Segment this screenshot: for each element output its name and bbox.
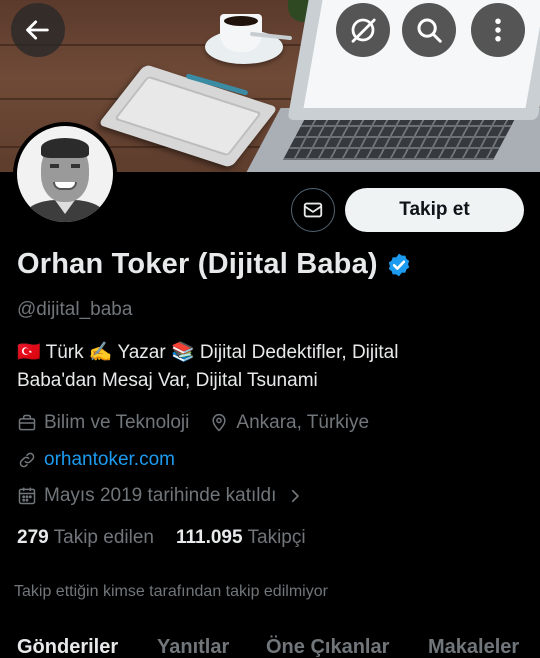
location-label: Ankara, Türkiye [236,412,370,433]
profile-name-row: Orhan Toker (Dijital Baba) [17,248,412,281]
arrow-left-icon [26,20,49,40]
followers-count: 111.095 [175,527,243,548]
profile-website[interactable]: orhantoker.com [17,449,175,471]
search-icon [417,18,442,43]
bio-line: 🇹🇷 Türk ✍️ Yazar 📚 Dijital Dedektifler, … [17,342,399,363]
tab-articles[interactable]: Makaleler [428,636,519,658]
profile-meta: Bilim ve Teknoloji Ankara, Türkiye [17,412,389,434]
profile-bio: 🇹🇷 Türk ✍️ Yazar 📚 Dijital Dedektifler, … [17,339,527,395]
message-button[interactable] [291,188,335,232]
more-vertical-icon [495,18,501,42]
link-icon [19,452,35,468]
drawing-tablet-decoration [97,64,279,168]
calendar-icon [18,487,36,505]
hide-button[interactable] [336,3,390,57]
briefcase-icon [18,414,36,431]
profile-name: Orhan Toker (Dijital Baba) [17,248,378,280]
hide-icon [351,18,376,43]
search-button[interactable] [402,3,456,57]
mail-icon [303,202,323,218]
tab-replies[interactable]: Yanıtlar [157,636,229,658]
category-label: Bilim ve Teknoloji [44,412,190,433]
verified-badge-icon[interactable] [386,252,412,278]
follow-button[interactable]: Takip et [345,188,524,232]
followers-label: Takipçi [247,527,306,548]
joined-label: Mayıs 2019 tarihinde katıldı [44,485,277,506]
following-label: Takip edilen [53,527,154,548]
website-link[interactable]: orhantoker.com [44,449,175,471]
avatar[interactable] [13,122,117,226]
follow-stats: 279 Takip edilen 111.095 Takipçi [17,527,328,549]
chevron-right-icon [292,489,300,503]
profile-joined[interactable]: Mayıs 2019 tarihinde katıldı [17,485,304,507]
bio-line: Baba'dan Mesaj Var, Dijital Tsunami [17,370,318,391]
profile-handle: @dijital_baba [17,299,133,320]
back-button[interactable] [11,3,65,57]
not-followed-notice: Takip ettiğin kimse tarafından takip edi… [14,583,328,600]
location-pin-icon [212,413,226,432]
tab-posts[interactable]: Gönderiler [17,636,118,658]
followers-stat[interactable]: 111.095 Takipçi [176,527,306,549]
more-options-button[interactable] [471,3,525,57]
profile-category: Bilim ve Teknoloji [17,412,189,434]
profile-tabs: Gönderiler Yanıtlar Öne Çıkanlar Makalel… [0,634,540,658]
following-count: 279 [17,527,49,548]
profile-location: Ankara, Türkiye [209,412,369,434]
tab-highlights[interactable]: Öne Çıkanlar [266,636,389,658]
following-stat[interactable]: 279 Takip edilen [17,527,154,549]
